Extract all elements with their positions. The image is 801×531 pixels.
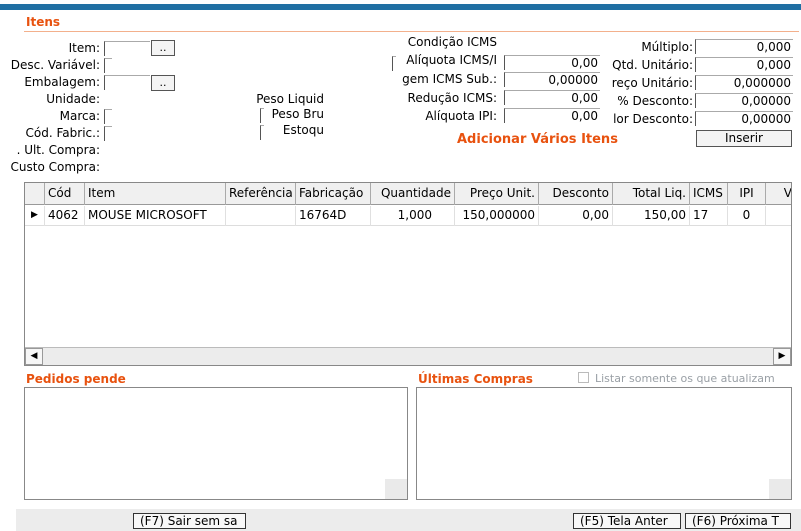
valor-desconto-label: lor Desconto: xyxy=(613,112,693,126)
aliquota-ipi-field[interactable]: 0,00 xyxy=(504,108,600,123)
section-title: Itens xyxy=(26,15,61,29)
embalagem-field[interactable] xyxy=(104,75,150,90)
col-quantidade[interactable]: Quantidade xyxy=(371,183,455,205)
update-only-checkbox-label: Listar somente os que atualizam xyxy=(595,372,775,385)
unidade-label: Unidade: xyxy=(46,92,100,106)
last-purchases-panel[interactable] xyxy=(416,387,792,500)
checkbox-icon[interactable] xyxy=(578,372,589,383)
item-lookup-button[interactable]: .. xyxy=(151,40,175,56)
grid-indicator-header xyxy=(25,183,45,205)
col-referencia[interactable]: Referência xyxy=(226,183,296,205)
reducao-icms-field[interactable]: 0,00 xyxy=(504,90,600,105)
cod-fabric-field[interactable] xyxy=(104,126,112,141)
cell-preco-unit[interactable]: 150,000000 xyxy=(455,206,539,226)
cod-fabric-label: Cód. Fabric.: xyxy=(25,126,100,140)
cell-desconto[interactable]: 0,00 xyxy=(539,206,613,226)
cell-item[interactable]: MOUSE MICROSOFT xyxy=(85,206,226,226)
last-purchases-title: Últimas Compras xyxy=(418,372,533,386)
scroll-left-icon[interactable]: ◀ xyxy=(25,348,43,365)
last-purchases-grip xyxy=(769,479,791,499)
section-underline xyxy=(24,31,799,32)
col-preco-unit[interactable]: Preço Unit. xyxy=(455,183,539,205)
col-v[interactable]: V xyxy=(766,183,791,205)
col-desconto[interactable]: Desconto xyxy=(539,183,613,205)
item-field[interactable] xyxy=(104,41,150,56)
cell-ipi[interactable]: 0 xyxy=(728,206,766,226)
peso-bru-label: Peso Bru xyxy=(271,107,324,121)
col-cod[interactable]: Cód xyxy=(45,183,85,205)
previous-screen-button[interactable]: (F5) Tela Anter xyxy=(573,513,681,529)
window-top-bar xyxy=(0,4,801,10)
preco-unitario-label: reço Unitário: xyxy=(611,76,693,90)
embalagem-lookup-button[interactable]: .. xyxy=(151,75,175,91)
reducao-icms-label: Redução ICMS: xyxy=(407,91,497,105)
exit-without-save-button[interactable]: (F7) Sair sem sa xyxy=(133,513,246,529)
multiplo-label: Múltiplo: xyxy=(641,40,693,54)
perc-desconto-field[interactable]: 0,00000 xyxy=(695,93,793,108)
col-item[interactable]: Item xyxy=(85,183,226,205)
pending-orders-grip xyxy=(385,479,407,499)
condicao-icms-label: Condição ICMS xyxy=(407,35,497,49)
multiplo-field[interactable]: 0,000 xyxy=(695,39,793,54)
add-multiple-items-link[interactable]: Adicionar Vários Itens xyxy=(457,132,618,147)
marca-label: Marca: xyxy=(59,109,100,123)
item-label: Item: xyxy=(68,41,100,55)
aliquota-icms-left-edge xyxy=(392,56,396,71)
valor-desconto-field[interactable]: 0,00000 xyxy=(695,111,793,126)
peso-bru-field[interactable] xyxy=(260,108,264,123)
col-fabricacao[interactable]: Fabricação xyxy=(296,183,371,205)
desc-variavel-label: Desc. Variável: xyxy=(10,58,100,72)
pending-orders-title: Pedidos pende xyxy=(26,372,126,386)
col-total-liq[interactable]: Total Liq. xyxy=(613,183,690,205)
cell-icms[interactable]: 17 xyxy=(690,206,728,226)
margem-icms-sub-label: gem ICMS Sub.: xyxy=(402,72,497,86)
preco-unitario-field[interactable]: 0,000000 xyxy=(695,75,793,90)
cell-cod[interactable]: 4062 xyxy=(45,206,85,226)
peso-liquid-label: Peso Liquid xyxy=(256,92,324,106)
cell-fabricacao[interactable]: 16764D xyxy=(296,206,371,226)
horizontal-scrollbar[interactable]: ◀ ▶ xyxy=(25,347,791,365)
row-indicator-icon: ▶ xyxy=(25,206,45,226)
cell-total-liq[interactable]: 150,00 xyxy=(613,206,690,226)
embalagem-label: Embalagem: xyxy=(24,75,100,89)
marca-field[interactable] xyxy=(104,109,112,124)
items-grid[interactable]: Cód Item Referência Fabricação Quantidad… xyxy=(24,182,792,366)
next-screen-button[interactable]: (F6) Próxima T xyxy=(685,513,791,529)
update-only-checkbox[interactable]: Listar somente os que atualizam xyxy=(578,372,775,385)
col-ipi[interactable]: IPI xyxy=(728,183,766,205)
desc-variavel-field[interactable] xyxy=(104,58,112,73)
pending-orders-panel[interactable] xyxy=(24,387,408,500)
estoque-label: Estoqu xyxy=(282,123,324,137)
estoque-field[interactable] xyxy=(260,125,264,140)
scroll-right-icon[interactable]: ▶ xyxy=(773,348,791,365)
aliquota-icms-label: Alíquota ICMS/I xyxy=(406,53,497,67)
qtd-unitario-label: Qtd. Unitário: xyxy=(612,58,693,72)
table-row[interactable]: ▶ 4062 MOUSE MICROSOFT 16764D 1,000 150,… xyxy=(25,206,791,226)
aliquota-ipi-label: Alíquota IPI: xyxy=(425,109,497,123)
cell-v[interactable] xyxy=(766,206,791,226)
margem-icms-sub-field[interactable]: 0,00000 xyxy=(504,72,600,87)
col-icms[interactable]: ICMS xyxy=(690,183,728,205)
custo-compra-label: Custo Compra: xyxy=(10,160,100,174)
ult-compra-label: . Ult. Compra: xyxy=(16,143,100,157)
qtd-unitario-field[interactable]: 0,000 xyxy=(695,57,793,72)
cell-referencia[interactable] xyxy=(226,206,296,226)
perc-desconto-label: % Desconto: xyxy=(617,94,693,108)
cell-quantidade[interactable]: 1,000 xyxy=(371,206,455,226)
inserir-button[interactable]: Inserir xyxy=(696,130,792,147)
grid-header: Cód Item Referência Fabricação Quantidad… xyxy=(25,183,791,205)
aliquota-icms-field[interactable]: 0,00 xyxy=(504,55,600,70)
